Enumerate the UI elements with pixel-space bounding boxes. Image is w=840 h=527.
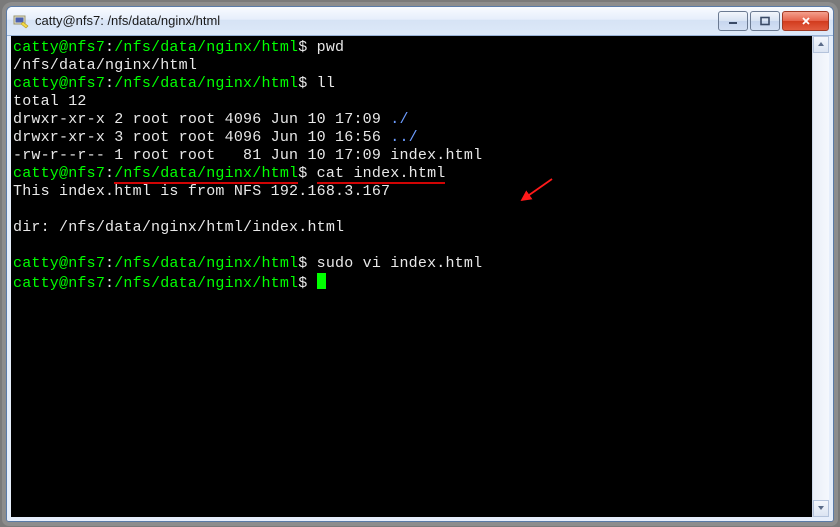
prompt-user: catty@nfs7 (13, 39, 105, 56)
titlebar[interactable]: catty@nfs7: /nfs/data/nginx/html (7, 7, 833, 36)
scrollbar[interactable] (812, 36, 829, 517)
close-button[interactable] (782, 11, 829, 31)
cmd-sudo-vi: sudo vi index.html (317, 255, 483, 272)
ll-row: drwxr-xr-x 3 root root 4096 Jun 10 16:56 (13, 129, 390, 146)
window-title: catty@nfs7: /nfs/data/nginx/html (35, 13, 718, 28)
ll-total: total 12 (13, 93, 87, 110)
arrow-annotation-icon (516, 176, 556, 206)
file-content-line: dir: /nfs/data/nginx/html/index.html (13, 219, 344, 236)
file-content-line: This index.html is from NFS 192.168.3.16… (13, 183, 390, 200)
terminal-window: catty@nfs7: /nfs/data/nginx/html catty@n… (6, 6, 834, 522)
ll-row-file: -rw-r--r-- 1 root root 81 Jun 10 17:09 i… (13, 147, 482, 164)
dir-dotdot: ../ (390, 129, 418, 146)
cursor (317, 273, 326, 289)
prompt-path: /nfs/data/nginx/html (114, 39, 298, 56)
putty-icon (13, 13, 29, 29)
output-pwd: /nfs/data/nginx/html (13, 57, 197, 74)
minimize-button[interactable] (718, 11, 748, 31)
maximize-button[interactable] (750, 11, 780, 31)
cmd-cat: cat index.html (317, 165, 446, 184)
ll-row: drwxr-xr-x 2 root root 4096 Jun 10 17:09 (13, 111, 390, 128)
scroll-track[interactable] (813, 53, 829, 500)
terminal-area[interactable]: catty@nfs7:/nfs/data/nginx/html$ pwd /nf… (7, 36, 833, 521)
annotated-path: /nfs/data/nginx/html (114, 165, 298, 184)
dir-dot: ./ (390, 111, 408, 128)
cmd-ll: ll (317, 75, 335, 92)
scroll-down-button[interactable] (813, 500, 829, 517)
cmd-pwd: pwd (317, 39, 345, 56)
terminal-output: catty@nfs7:/nfs/data/nginx/html$ pwd /nf… (11, 38, 829, 294)
scroll-up-button[interactable] (813, 36, 829, 53)
window-controls (718, 11, 829, 31)
